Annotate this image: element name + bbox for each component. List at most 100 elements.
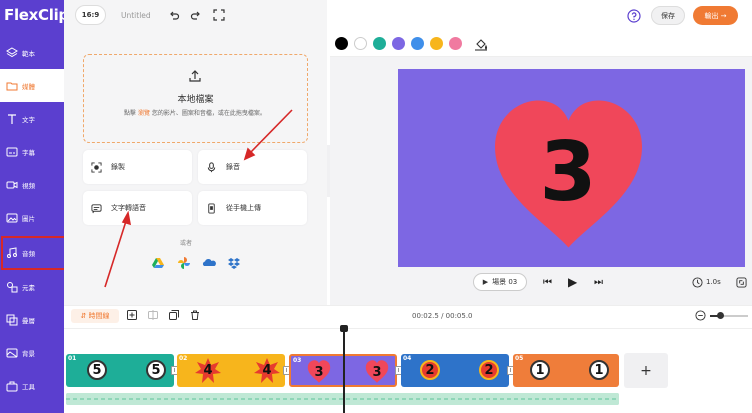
sidebar-item-image[interactable]: 圖片 — [0, 201, 64, 234]
next-scene-button[interactable]: ⏭ — [594, 277, 603, 288]
card-label: 錄音 — [226, 163, 240, 171]
sidebar-item-overlay[interactable]: 疊層 — [0, 303, 64, 336]
add-scene-icon[interactable] — [127, 310, 137, 320]
clip-thumb-number: 4 — [262, 362, 272, 378]
clip-index: 02 — [179, 355, 188, 362]
clip-index: 01 — [68, 355, 77, 362]
layers-icon — [6, 46, 18, 57]
clip-index: 04 — [403, 355, 412, 362]
google-photos-icon[interactable] — [177, 256, 191, 270]
sidebar-item-label: 疊層 — [22, 316, 35, 325]
clip-thumb-number: 3 — [372, 364, 382, 380]
sidebar-item-label: 視頻 — [22, 181, 35, 190]
scene-clip-01[interactable]: 01 5 5 — [66, 354, 174, 387]
arrow-right-icon: → — [718, 11, 727, 20]
text-to-speech-icon — [91, 203, 102, 213]
scene-selector[interactable]: ▶ 場景 03 — [473, 273, 527, 291]
google-drive-icon[interactable] — [151, 256, 165, 270]
time-readout: 00:02.5 / 00:05.0 — [412, 312, 473, 320]
upload-title: 本地檔案 — [177, 95, 214, 105]
clip-index: 03 — [293, 357, 302, 364]
sidebar-item-elements[interactable]: 元素 — [0, 270, 64, 303]
add-clip-button[interactable]: + — [624, 353, 668, 388]
upload-desc-prefix: 點擊 — [124, 110, 137, 117]
delete-icon[interactable] — [190, 310, 200, 320]
upload-icon — [189, 70, 201, 82]
fullscreen-icon[interactable] — [213, 9, 225, 21]
fullscreen-preview-icon[interactable] — [736, 277, 747, 288]
image-icon — [6, 213, 18, 222]
color-swatch-black[interactable] — [335, 37, 348, 50]
color-swatch-white[interactable] — [354, 37, 367, 50]
card-label: 錄製 — [111, 163, 125, 171]
play-small-icon: ▶ — [482, 278, 489, 286]
record-card[interactable]: 錄製 — [83, 150, 192, 184]
sidebar-item-background[interactable]: 背景 — [0, 336, 64, 369]
export-button[interactable]: 輸出 → — [693, 6, 738, 25]
clip-index: 05 — [515, 355, 524, 362]
save-button[interactable]: 保存 — [651, 6, 685, 25]
toolbox-icon — [6, 381, 18, 391]
export-label: 輸出 — [704, 11, 719, 20]
split-icon[interactable] — [148, 310, 158, 320]
sidebar-item-label: 媒體 — [22, 82, 35, 91]
card-label: 文字轉語音 — [111, 204, 146, 212]
sidebar-item-subtitle[interactable]: 字幕 — [0, 135, 64, 168]
scene-clip-05[interactable]: 05 1 1 — [513, 354, 619, 387]
sidebar-item-text[interactable]: 文字 — [0, 102, 64, 135]
app-logo[interactable]: FlexClip — [4, 6, 69, 24]
clip-thumb-number: 5 — [146, 360, 166, 380]
clip-thumb-number: 5 — [87, 360, 107, 380]
scene-duration[interactable]: 1.0s — [706, 278, 721, 286]
record-icon — [91, 161, 102, 173]
sidebar-item-label: 範本 — [22, 49, 35, 58]
canvas-number-text[interactable]: 3 — [530, 128, 606, 218]
timeline-label: 時間線 — [88, 312, 110, 320]
phone-upload-card[interactable]: 從手機上傳 — [198, 191, 307, 225]
scene-clip-02[interactable]: 02 4 4 — [177, 354, 285, 387]
video-icon — [6, 181, 18, 188]
sidebar-item-media[interactable]: 媒體 — [0, 69, 64, 102]
clock-icon — [692, 277, 703, 288]
fill-bucket-icon[interactable] — [474, 37, 488, 51]
shapes-icon — [7, 281, 18, 292]
text-to-speech-card[interactable]: 文字轉語音 — [83, 191, 192, 225]
previous-scene-button[interactable]: ⏮ — [543, 277, 552, 288]
card-label: 從手機上傳 — [226, 204, 261, 212]
timeline-ruler — [64, 328, 752, 329]
voice-record-card[interactable]: 錄音 — [198, 150, 307, 184]
subtitle-icon — [6, 147, 18, 156]
dropbox-icon[interactable] — [227, 256, 241, 270]
project-title[interactable]: Untitled — [121, 11, 151, 20]
browse-link[interactable]: 瀏覽 — [138, 110, 150, 117]
undo-icon[interactable] — [168, 9, 180, 21]
clip-thumb-number: 4 — [203, 362, 213, 378]
help-icon[interactable] — [627, 9, 641, 23]
scene-clip-04[interactable]: 04 2 2 — [401, 354, 509, 387]
playhead-handle[interactable] — [340, 325, 348, 332]
or-divider-text: 或者 — [180, 240, 193, 247]
sidebar-item-label: 文字 — [22, 115, 35, 124]
color-swatch-purple[interactable] — [392, 37, 405, 50]
timeline-toggle-button[interactable]: ⇵ 時間線 — [71, 309, 119, 323]
zoom-out-icon[interactable] — [695, 310, 706, 321]
clip-thumb-number: 3 — [314, 364, 324, 380]
zoom-slider-thumb[interactable] — [717, 312, 724, 319]
upload-description: 點擊 瀏覽 您的影片、圖案和音檔，或在此拖曳檔案。 — [110, 109, 280, 118]
sidebar-item-video[interactable]: 視頻 — [0, 168, 64, 201]
color-swatch-teal[interactable] — [373, 37, 386, 50]
clip-thumb-number: 2 — [420, 360, 440, 380]
sidebar-item-label: 背景 — [22, 349, 35, 358]
play-button[interactable]: ▶ — [568, 275, 577, 289]
aspect-ratio-button[interactable]: 16:9 — [75, 5, 106, 25]
sidebar-item-tools[interactable]: 工具 — [0, 369, 64, 402]
playhead[interactable] — [343, 326, 345, 413]
sidebar-item-label: 字幕 — [22, 148, 35, 157]
redo-icon[interactable] — [190, 9, 202, 21]
onedrive-icon[interactable] — [202, 256, 216, 270]
color-swatch-blue[interactable] — [411, 37, 424, 50]
color-swatch-pink[interactable] — [449, 37, 462, 50]
sidebar-item-templates[interactable]: 範本 — [0, 36, 64, 69]
duplicate-icon[interactable] — [169, 310, 179, 320]
color-swatch-yellow[interactable] — [430, 37, 443, 50]
